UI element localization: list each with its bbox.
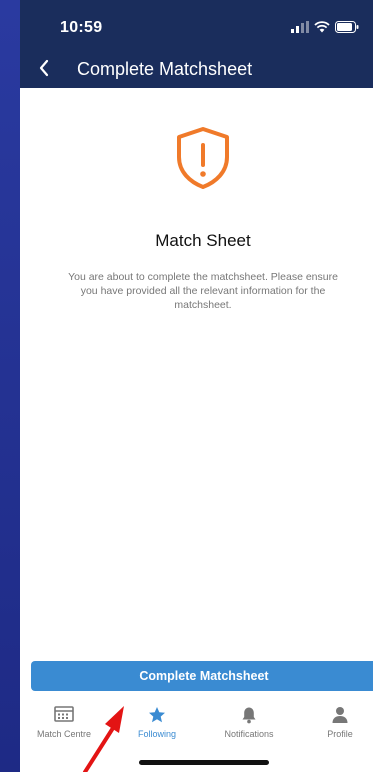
tab-label: Notifications	[224, 729, 274, 739]
wifi-icon	[314, 21, 330, 33]
tab-following[interactable]: Following	[113, 698, 201, 748]
tab-bar: Match Centre Following Notifications Pro…	[20, 698, 373, 748]
tab-notifications[interactable]: Notifications	[205, 698, 293, 748]
person-icon	[332, 707, 348, 723]
signal-icon	[291, 21, 309, 33]
page-title: Complete Matchsheet	[77, 59, 253, 79]
tab-label: Match Centre	[36, 729, 92, 739]
status-time: 10:59	[60, 19, 103, 36]
status-bar: 10:59	[20, 0, 373, 50]
phone-screen: 10:59 Complete Matchsheet Match Sheet Yo…	[20, 0, 373, 772]
complete-matchsheet-button[interactable]: Complete Matchsheet	[31, 661, 373, 691]
background-left-edge	[0, 0, 20, 772]
tab-profile[interactable]: Profile	[296, 698, 373, 748]
star-icon	[149, 707, 165, 723]
tab-label: Profile	[327, 729, 353, 739]
content-area: Match Sheet You are about to complete th…	[20, 88, 373, 658]
tab-match-centre[interactable]: Match Centre	[20, 698, 108, 748]
sheet-description: You are about to complete the matchsheet…	[68, 271, 338, 311]
back-button[interactable]	[32, 56, 56, 80]
status-icons	[291, 20, 359, 34]
shield-warning-icon	[177, 127, 229, 189]
navigation-bar: Complete Matchsheet	[20, 50, 373, 88]
battery-icon	[335, 21, 359, 33]
sheet-title: Match Sheet	[155, 231, 251, 250]
chevron-left-icon	[39, 59, 49, 77]
home-indicator	[139, 760, 269, 765]
calendar-icon	[54, 706, 74, 722]
bell-icon	[242, 707, 256, 724]
tab-label: Following	[137, 729, 177, 739]
